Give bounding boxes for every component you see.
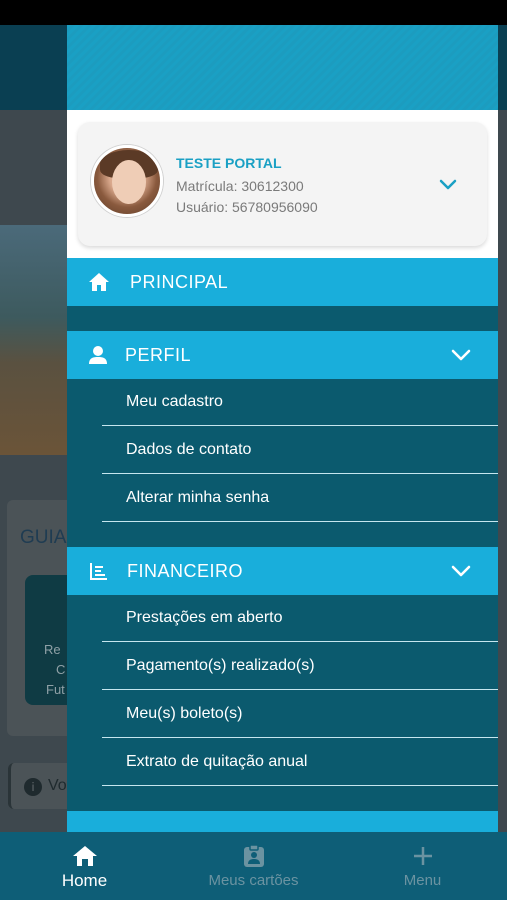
background-tile-line: C	[56, 662, 66, 677]
chevron-down-icon	[451, 565, 471, 577]
submenu-label: Meu cadastro	[126, 393, 223, 410]
chevron-down-icon[interactable]	[437, 173, 459, 195]
user-login: Usuário: 56780956090	[176, 199, 318, 215]
home-icon	[73, 846, 97, 866]
tab-meus-cartoes-label: Meus cartões	[208, 872, 299, 889]
background-tile-text: Re C Fut	[44, 640, 65, 700]
background-tile-line: Fut	[46, 682, 65, 697]
plus-icon	[414, 847, 432, 865]
submenu-label: Prestações em aberto	[126, 609, 283, 626]
drawer-header-banner	[67, 25, 498, 110]
status-bar	[0, 0, 507, 25]
menu-financeiro-label: FINANCEIRO	[127, 561, 244, 581]
avatar	[91, 145, 163, 217]
menu-next-section[interactable]	[67, 811, 498, 832]
user-name: TESTE PORTAL	[176, 155, 282, 171]
tab-menu[interactable]: Menu	[338, 832, 507, 900]
background-tile-line: Re	[44, 642, 61, 657]
submenu-alterar-senha[interactable]: Alterar minha senha	[102, 475, 498, 522]
background-card-title: GUIA	[20, 527, 67, 548]
menu-spacer	[77, 306, 498, 331]
info-icon: i	[24, 778, 42, 796]
submenu-label: Alterar minha senha	[126, 489, 270, 506]
submenu-label: Pagamento(s) realizado(s)	[126, 657, 315, 674]
submenu-label: Extrato de quitação anual	[126, 753, 308, 770]
chevron-down-icon	[451, 349, 471, 361]
submenu-pagamentos-realizados[interactable]: Pagamento(s) realizado(s)	[102, 643, 498, 690]
submenu-label: Dados de contato	[126, 441, 252, 458]
submenu-prestacoes-em-aberto[interactable]: Prestações em aberto	[102, 595, 498, 642]
user-registration: Matrícula: 30612300	[176, 178, 304, 194]
tab-home[interactable]: Home	[0, 832, 169, 900]
background-info-text: Vo	[48, 777, 67, 794]
menu-principal-label: PRINCIPAL	[130, 272, 229, 292]
menu-financeiro[interactable]: FINANCEIRO	[67, 547, 498, 595]
bottom-tab-bar: Home Meus cartões Menu	[0, 832, 507, 900]
tab-menu-label: Menu	[403, 872, 442, 889]
menu-perfil-label: PERFIL	[125, 345, 192, 365]
list-chart-icon	[90, 563, 107, 580]
user-icon	[89, 346, 107, 364]
submenu-extrato-quitacao[interactable]: Extrato de quitação anual	[102, 739, 498, 786]
tab-meus-cartoes[interactable]: Meus cartões	[169, 832, 338, 900]
home-icon	[89, 273, 109, 291]
submenu-label: Meu(s) boleto(s)	[126, 705, 243, 722]
navigation-drawer: TESTE PORTAL Matrícula: 30612300 Usuário…	[67, 25, 498, 832]
tab-home-label: Home	[61, 871, 108, 890]
menu-perfil[interactable]: PERFIL	[67, 331, 498, 379]
menu-principal[interactable]: PRINCIPAL	[67, 258, 498, 306]
id-badge-icon	[244, 844, 264, 867]
submenu-meus-boletos[interactable]: Meu(s) boleto(s)	[102, 691, 498, 738]
submenu-dados-de-contato[interactable]: Dados de contato	[102, 427, 498, 474]
submenu-meu-cadastro[interactable]: Meu cadastro	[102, 379, 498, 426]
